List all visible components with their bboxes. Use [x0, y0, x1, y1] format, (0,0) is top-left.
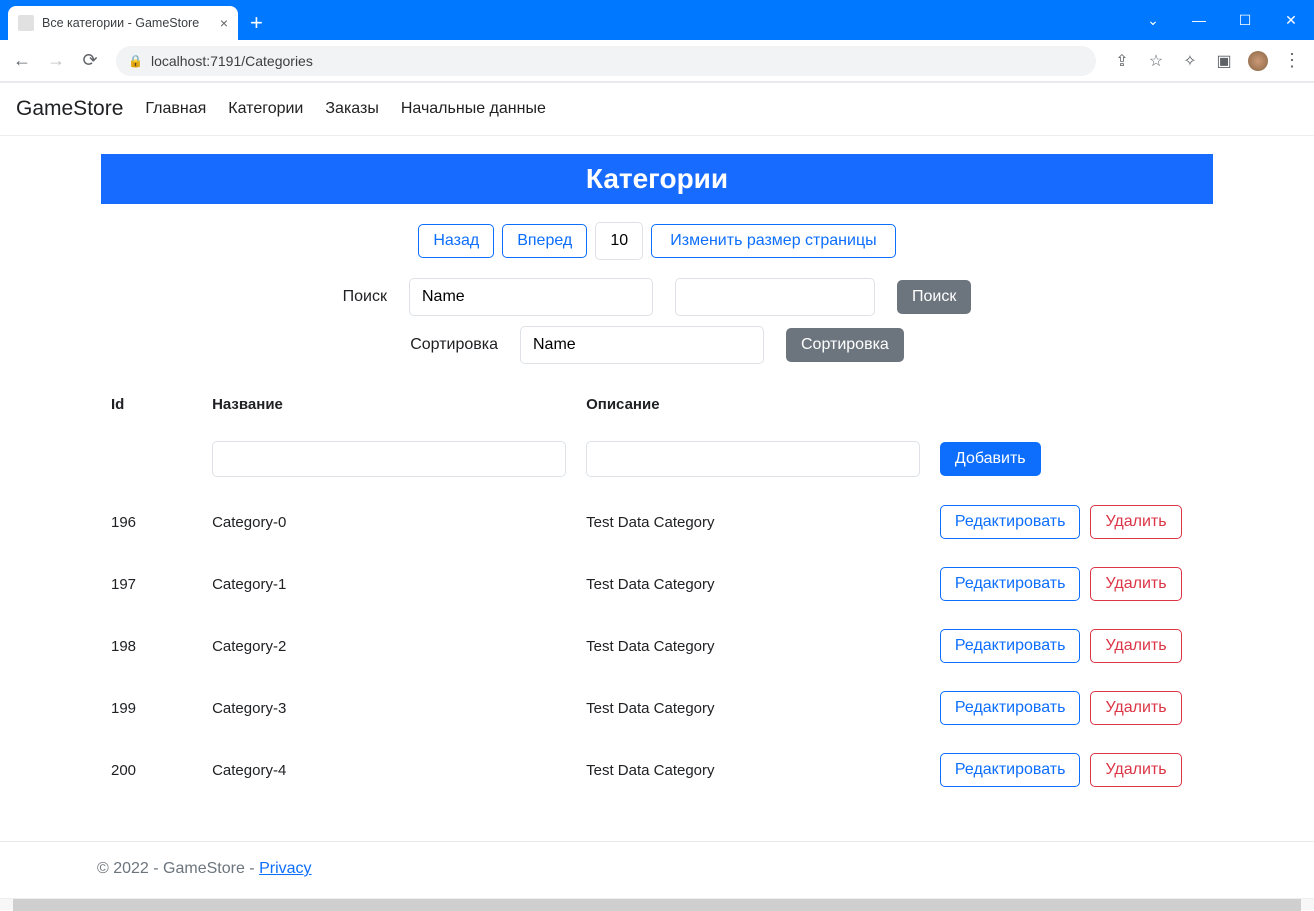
table-row: 196Category-0Test Data Category Редактиро… [101, 491, 1213, 553]
nav-link-seed[interactable]: Начальные данные [401, 100, 546, 118]
th-id: Id [101, 382, 202, 427]
browser-toolbar: ← → ⟳ 🔒 localhost:7191/Categories ⇪ ☆ ✧ … [0, 40, 1314, 82]
sidepanel-icon[interactable]: ▣ [1210, 47, 1238, 75]
footer-text: © 2022 - GameStore - [97, 860, 259, 877]
pager: Назад Вперед Изменить размер страницы [101, 222, 1213, 260]
window-close-icon[interactable]: ✕ [1268, 0, 1314, 40]
cell-name: Category-0 [202, 491, 576, 553]
star-icon[interactable]: ☆ [1142, 47, 1170, 75]
table-row: 197Category-1Test Data Category Редактиро… [101, 553, 1213, 615]
horizontal-scrollbar[interactable] [0, 898, 1314, 910]
filter-name-input[interactable] [212, 441, 566, 477]
page-size-input[interactable] [595, 222, 643, 260]
new-tab-button[interactable]: + [238, 6, 275, 40]
page-title: Категории [101, 154, 1213, 204]
search-button[interactable]: Поиск [897, 280, 971, 314]
sort-field-select[interactable] [520, 326, 764, 364]
privacy-link[interactable]: Privacy [259, 860, 311, 877]
cell-desc: Test Data Category [576, 615, 930, 677]
cell-name: Category-1 [202, 553, 576, 615]
delete-button[interactable]: Удалить [1090, 629, 1181, 663]
app-navbar: GameStore Главная Категории Заказы Начал… [0, 83, 1314, 136]
sort-label: Сортировка [410, 336, 498, 354]
edit-button[interactable]: Редактировать [940, 753, 1081, 787]
cell-id: 197 [101, 553, 202, 615]
close-tab-icon[interactable]: × [220, 15, 228, 31]
table-row: 200Category-4Test Data Category Редактиро… [101, 739, 1213, 801]
edit-button[interactable]: Редактировать [940, 691, 1081, 725]
cell-id: 200 [101, 739, 202, 801]
search-row: Поиск Поиск [101, 278, 1213, 316]
window-minimize-icon[interactable]: ― [1176, 0, 1222, 40]
share-icon[interactable]: ⇪ [1108, 47, 1136, 75]
favicon-icon [18, 15, 34, 31]
cell-id: 196 [101, 491, 202, 553]
th-desc: Описание [576, 382, 930, 427]
delete-button[interactable]: Удалить [1090, 753, 1181, 787]
pager-forward-button[interactable]: Вперед [502, 224, 587, 258]
table-row: 198Category-2Test Data Category Редактиро… [101, 615, 1213, 677]
delete-button[interactable]: Удалить [1090, 691, 1181, 725]
chevron-down-icon[interactable]: ⌄ [1130, 0, 1176, 40]
change-page-size-button[interactable]: Изменить размер страницы [651, 224, 895, 258]
cell-desc: Test Data Category [576, 491, 930, 553]
table-row: 199Category-3Test Data Category Редактиро… [101, 677, 1213, 739]
edit-button[interactable]: Редактировать [940, 505, 1081, 539]
nav-link-home[interactable]: Главная [145, 100, 206, 118]
forward-icon[interactable]: → [42, 47, 70, 75]
cell-desc: Test Data Category [576, 553, 930, 615]
nav-link-orders[interactable]: Заказы [325, 100, 378, 118]
search-value-input[interactable] [675, 278, 875, 316]
th-name: Название [202, 382, 576, 427]
address-bar[interactable]: 🔒 localhost:7191/Categories [116, 46, 1096, 76]
pager-back-button[interactable]: Назад [418, 224, 494, 258]
cell-desc: Test Data Category [576, 739, 930, 801]
filter-desc-input[interactable] [586, 441, 920, 477]
categories-table: Id Название Описание Добавить 196Categor… [101, 382, 1213, 801]
url-text: localhost:7191/Categories [151, 53, 313, 69]
window-maximize-icon[interactable]: ☐ [1222, 0, 1268, 40]
nav-link-categories[interactable]: Категории [228, 100, 303, 118]
browser-tab[interactable]: Все категории - GameStore × [8, 6, 238, 40]
cell-name: Category-4 [202, 739, 576, 801]
window-controls: ⌄ ― ☐ ✕ [1130, 0, 1314, 40]
extensions-icon[interactable]: ✧ [1176, 47, 1204, 75]
footer: © 2022 - GameStore - Privacy [0, 841, 1314, 898]
reload-icon[interactable]: ⟳ [76, 47, 104, 75]
brand[interactable]: GameStore [16, 97, 123, 121]
kebab-menu-icon[interactable]: ⋮ [1278, 47, 1306, 75]
search-field-select[interactable] [409, 278, 653, 316]
tab-title: Все категории - GameStore [42, 16, 199, 30]
lock-icon: 🔒 [128, 54, 143, 68]
sort-button[interactable]: Сортировка [786, 328, 904, 362]
search-label: Поиск [343, 288, 387, 306]
avatar[interactable] [1244, 47, 1272, 75]
delete-button[interactable]: Удалить [1090, 567, 1181, 601]
cell-desc: Test Data Category [576, 677, 930, 739]
browser-tabstrip: Все категории - GameStore × + ⌄ ― ☐ ✕ [0, 0, 1314, 40]
th-actions [930, 382, 1213, 427]
cell-id: 198 [101, 615, 202, 677]
back-icon[interactable]: ← [8, 47, 36, 75]
sort-row: Сортировка Сортировка [101, 326, 1213, 364]
cell-name: Category-2 [202, 615, 576, 677]
edit-button[interactable]: Редактировать [940, 567, 1081, 601]
delete-button[interactable]: Удалить [1090, 505, 1181, 539]
edit-button[interactable]: Редактировать [940, 629, 1081, 663]
cell-name: Category-3 [202, 677, 576, 739]
add-button[interactable]: Добавить [940, 442, 1041, 476]
cell-id: 199 [101, 677, 202, 739]
